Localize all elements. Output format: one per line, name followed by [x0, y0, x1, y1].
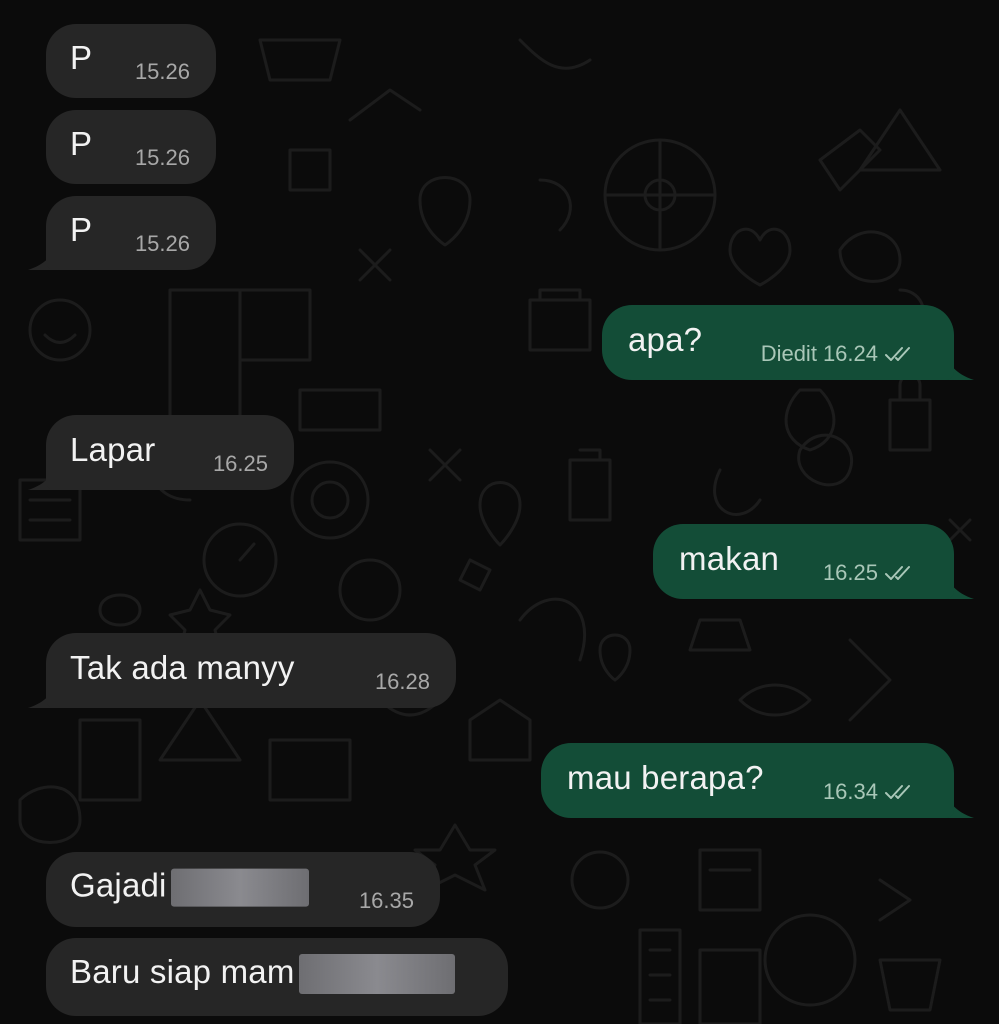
message-time: 15.26 [134, 231, 190, 256]
message-bubble-outgoing[interactable]: mau berapa? 16.34 [541, 743, 954, 818]
message-time: 15.26 [134, 59, 190, 84]
edited-label: Diedit [760, 341, 817, 366]
message-text: mau berapa? [567, 758, 764, 796]
message-bubble-outgoing[interactable]: makan 16.25 [653, 524, 954, 599]
message-text: Tak ada manyy [70, 648, 295, 686]
message-time: 16.25 [212, 451, 268, 476]
message-time: 16.28 [374, 669, 430, 694]
message-bubble-incoming[interactable]: Baru siap mam [46, 938, 508, 1016]
message-text: P [70, 38, 93, 76]
message-bubble-outgoing[interactable]: apa? Diedit 16.24 [602, 305, 954, 380]
double-check-icon [885, 347, 910, 361]
message-text: Lapar [70, 430, 156, 468]
message-text: apa? [628, 320, 703, 358]
message-time: 16.25 [822, 560, 878, 585]
message-meta: 16.34 [823, 779, 914, 805]
message-text: makan [679, 539, 780, 577]
message-bubble-incoming[interactable]: Tak ada manyy 16.28 [46, 633, 456, 708]
message-bubble-incoming[interactable]: P 15.26 [46, 24, 216, 98]
redacted-block [298, 954, 455, 995]
message-text: P [70, 124, 93, 162]
message-time: 16.34 [822, 779, 878, 804]
double-check-icon [885, 785, 910, 799]
message-text: Gajadi [70, 866, 309, 907]
message-time: 15.26 [134, 145, 190, 170]
message-bubble-incoming[interactable]: P 15.26 [46, 110, 216, 184]
redacted-block [170, 868, 309, 907]
message-bubble-incoming[interactable]: P 15.26 [46, 196, 216, 270]
double-check-icon [885, 566, 910, 580]
message-meta: Diedit 16.24 [761, 341, 914, 367]
message-time: 16.24 [822, 341, 878, 366]
message-time: 16.35 [358, 888, 414, 913]
message-text: P [70, 210, 93, 248]
message-bubble-incoming[interactable]: Gajadi 16.35 [46, 852, 440, 927]
message-bubble-incoming[interactable]: Lapar 16.25 [46, 415, 294, 490]
message-text: Baru siap mam [70, 953, 455, 995]
message-meta: 16.25 [823, 560, 914, 586]
